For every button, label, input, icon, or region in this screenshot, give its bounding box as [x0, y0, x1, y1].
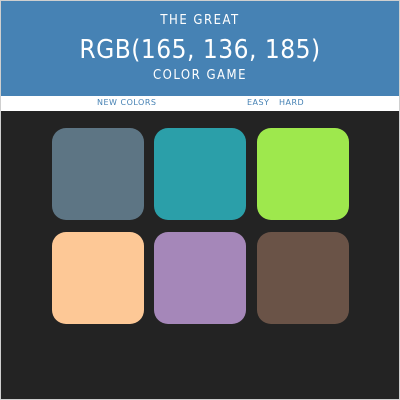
- header: THE GREAT RGB(165, 136, 185) COLOR GAME: [1, 1, 399, 96]
- controls-bar: NEW COLORS EASY HARD: [1, 96, 399, 111]
- title-line-2: COLOR GAME: [152, 68, 247, 83]
- color-squares-grid: [1, 111, 399, 399]
- easy-mode-button[interactable]: EASY: [247, 98, 270, 107]
- rgb-target-display: RGB(165, 136, 185): [79, 35, 321, 65]
- color-square-5[interactable]: [154, 232, 246, 324]
- new-colors-button[interactable]: NEW COLORS: [97, 98, 156, 107]
- color-square-6[interactable]: [257, 232, 349, 324]
- game-window: THE GREAT RGB(165, 136, 185) COLOR GAME …: [0, 0, 400, 400]
- color-square-3[interactable]: [257, 128, 349, 220]
- color-square-1[interactable]: [52, 128, 144, 220]
- title-line-1: THE GREAT: [160, 13, 240, 28]
- hard-mode-button[interactable]: HARD: [279, 98, 304, 107]
- color-square-4[interactable]: [52, 232, 144, 324]
- color-square-2[interactable]: [154, 128, 246, 220]
